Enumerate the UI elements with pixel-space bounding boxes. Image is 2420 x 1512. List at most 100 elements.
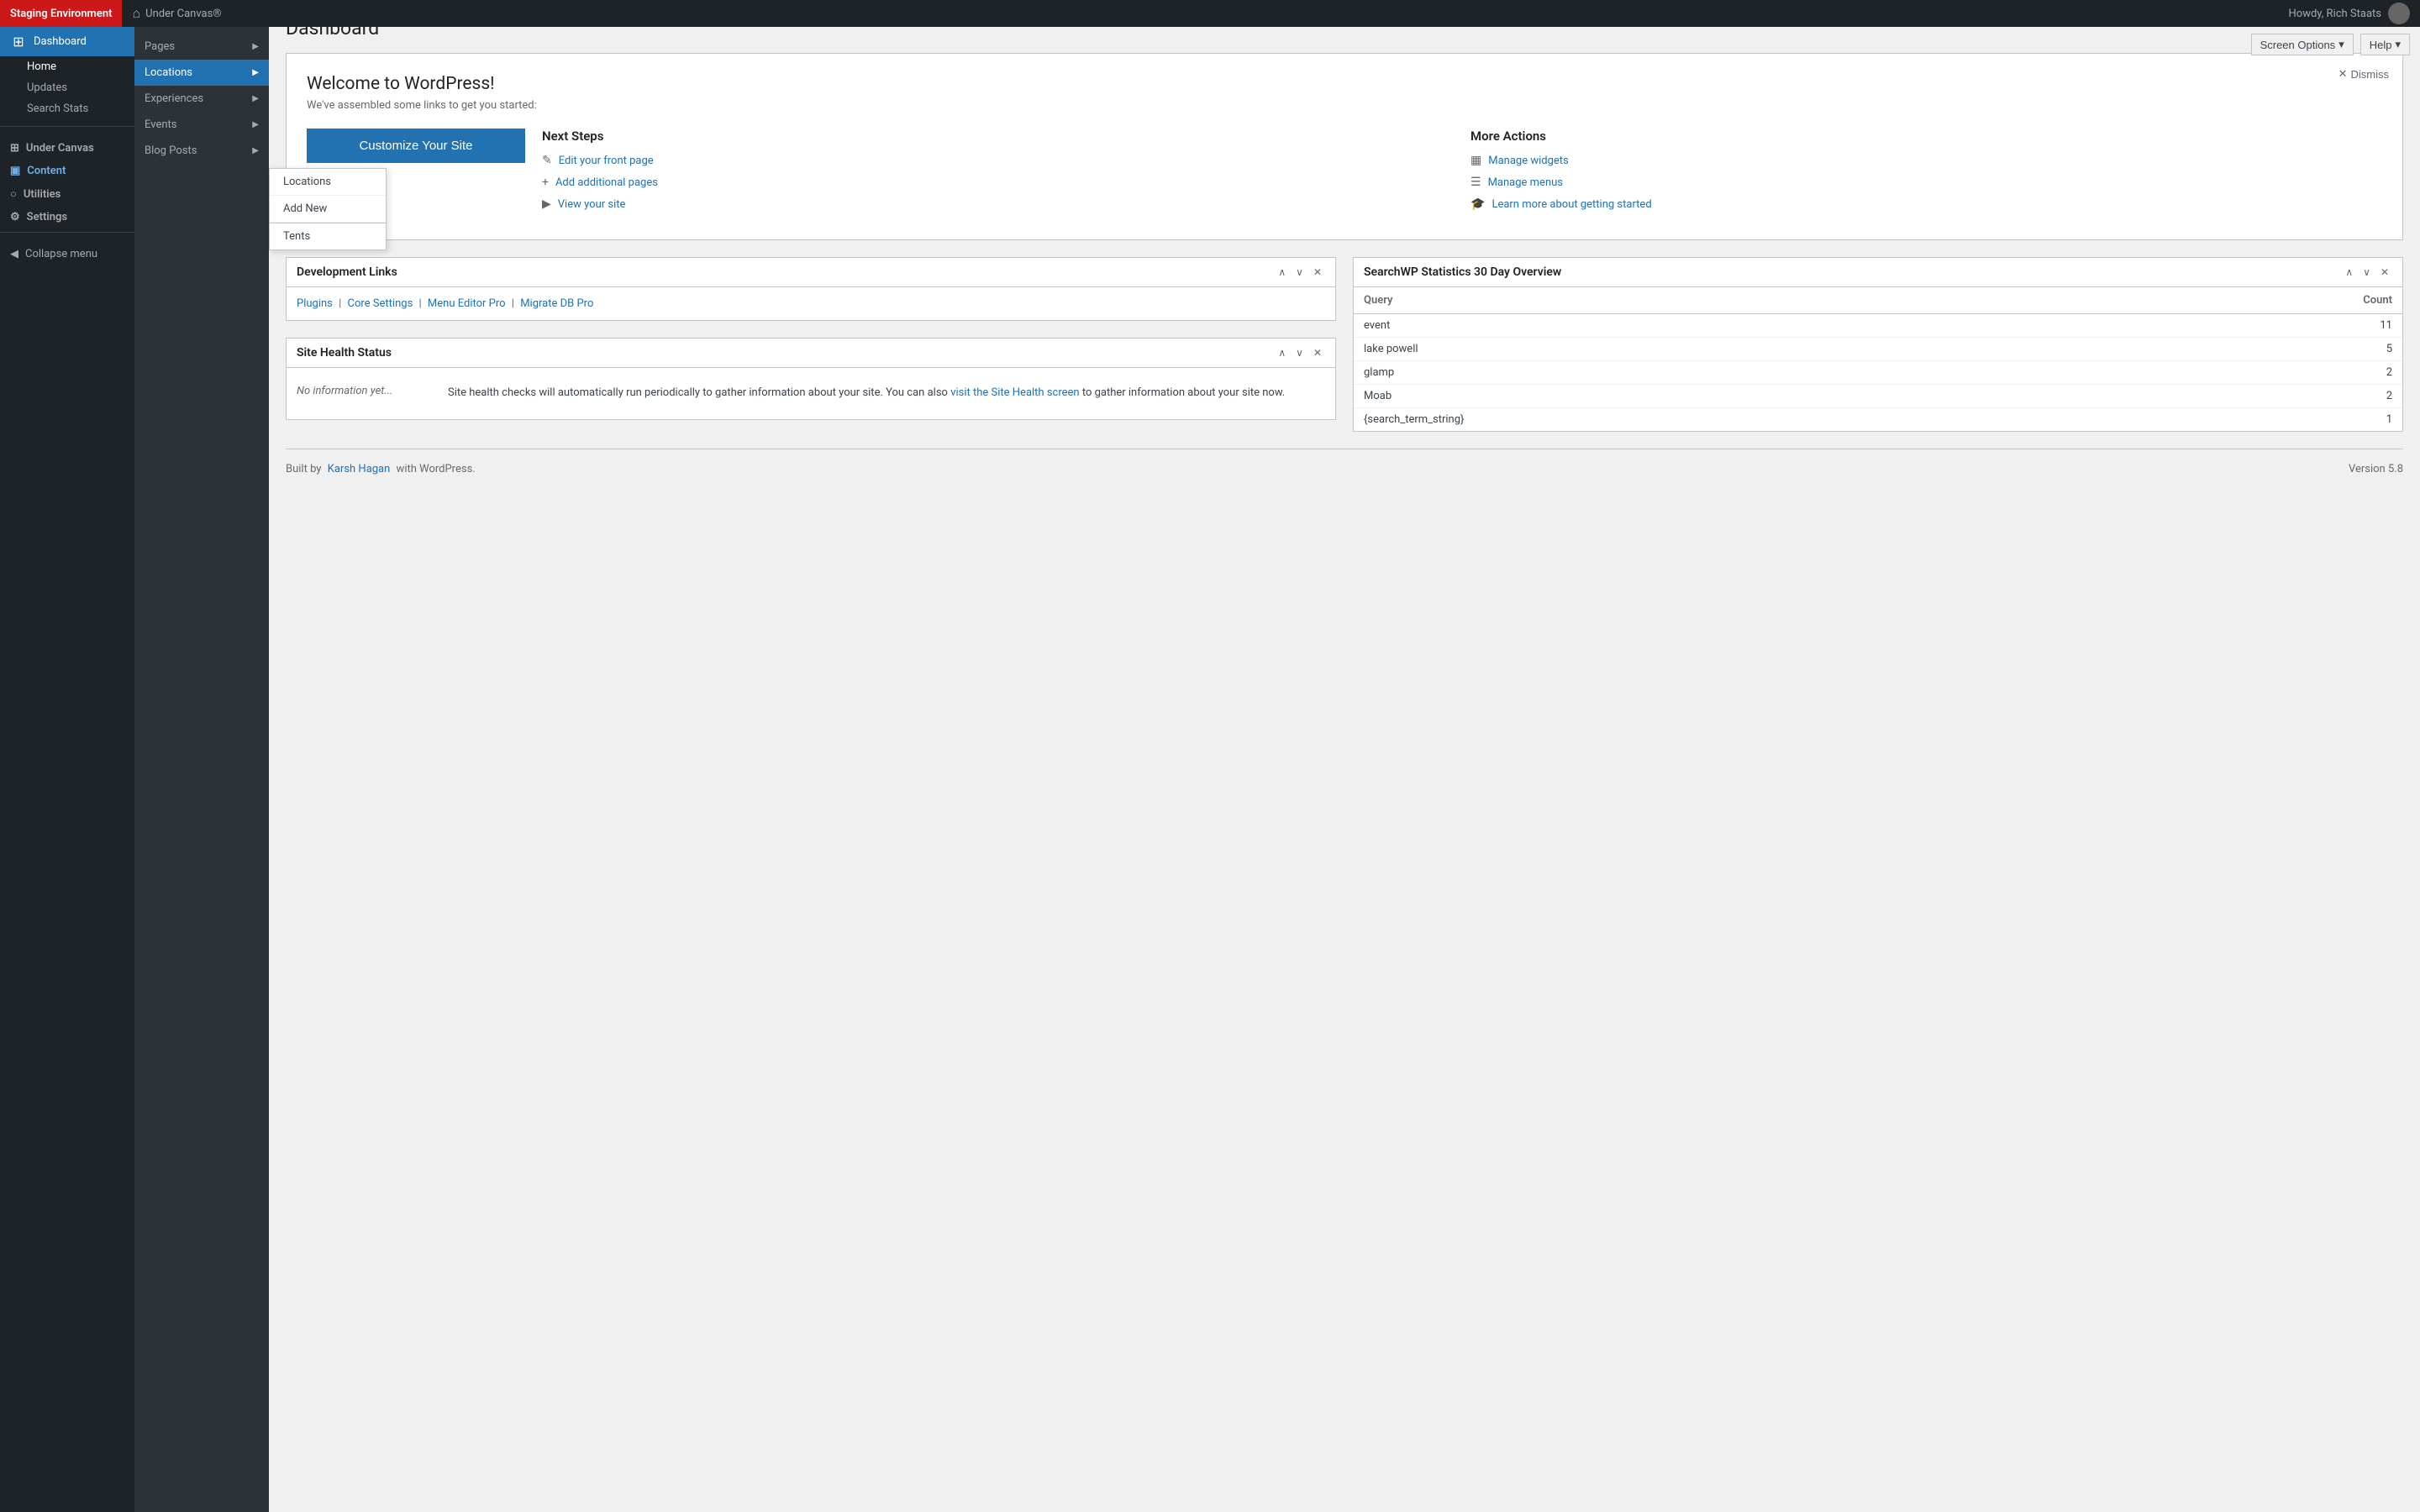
dashboard-icon: ⊞ [10, 34, 27, 50]
plugins-link[interactable]: Plugins [297, 297, 333, 310]
site-health-header: Site Health Status ∧ ∨ ✕ [287, 339, 1335, 368]
searchwp-body: Query Count event11lake powell5glamp2Moa… [1354, 287, 2402, 431]
main-content: Dashboard ✕ Dismiss Welcome to WordPress… [269, 0, 2420, 1485]
list-item: ▶ View your site [542, 197, 1454, 211]
customize-button[interactable]: Customize Your Site [307, 129, 525, 163]
flyout-tents[interactable]: Tents [270, 223, 386, 249]
screen-options-button[interactable]: Screen Options ▾ [2251, 34, 2354, 55]
dismiss-icon: ✕ [2338, 67, 2348, 81]
searchwp-header: SearchWP Statistics 30 Day Overview ∧ ∨ … [1354, 258, 2402, 287]
sidebar-item-updates[interactable]: Updates [0, 77, 134, 98]
welcome-title: Welcome to WordPress! [307, 74, 2382, 94]
submenu-experiences[interactable]: Experiences ▶ [134, 86, 269, 112]
sidebar-item-home[interactable]: Home [0, 56, 134, 77]
sidebar-item-dashboard[interactable]: ⊞ Dashboard [0, 27, 134, 56]
manage-menus-link[interactable]: Manage menus [1488, 176, 1563, 189]
chevron-down-icon-help: ▾ [2395, 38, 2401, 51]
sidebar-item-utilities[interactable]: ○ Utilities [0, 179, 134, 202]
admin-bar-site[interactable]: ⌂ Under Canvas® [122, 5, 231, 22]
dashboard-label: Dashboard [34, 35, 87, 48]
submenu-pages[interactable]: Pages ▶ [134, 34, 269, 60]
menu-editor-link[interactable]: Menu Editor Pro [428, 297, 506, 310]
collapse-label: Collapse menu [25, 248, 97, 260]
widget-controls-health: ∧ ∨ ✕ [1275, 345, 1325, 360]
core-settings-link[interactable]: Core Settings [348, 297, 413, 310]
view-site-link[interactable]: View your site [558, 198, 626, 211]
table-row: glamp2 [1354, 361, 2402, 385]
query-cell: glamp [1354, 361, 2097, 385]
widget-up-button[interactable]: ∧ [1275, 265, 1289, 280]
customize-col: Customize Your Site [307, 129, 525, 163]
dismiss-button[interactable]: ✕ Dismiss [2338, 67, 2389, 81]
list-item: ✎ Edit your front page [542, 154, 1454, 167]
site-health-link[interactable]: visit the Site Health screen [950, 386, 1079, 399]
col-count: Count [2097, 287, 2402, 314]
widgets-row: Development Links ∧ ∨ ✕ Plugins | Core S… [286, 257, 2403, 432]
health-up-button[interactable]: ∧ [1275, 345, 1289, 360]
content-icon: ▣ [10, 165, 20, 177]
welcome-subtitle: We've assembled some links to get you st… [307, 99, 2382, 112]
stats-down-button[interactable]: ∨ [2360, 265, 2374, 280]
content-submenu: Pages ▶ Locations ▶ Experiences ▶ Events… [134, 27, 269, 1512]
staging-badge: Staging Environment [0, 0, 122, 27]
welcome-box: ✕ Dismiss Welcome to WordPress! We've as… [286, 53, 2403, 240]
sidebar-item-settings[interactable]: ⚙ Settings [0, 202, 134, 225]
sidebar-item-content[interactable]: ▣ Content [0, 156, 134, 179]
query-cell: lake powell [1354, 338, 2097, 361]
author-link[interactable]: Karsh Hagan [328, 463, 391, 475]
welcome-grid: Customize Your Site Next Steps ✎ Edit yo… [307, 129, 2382, 219]
health-close-button[interactable]: ✕ [1310, 345, 1325, 360]
dismiss-label: Dismiss [2351, 68, 2390, 81]
submenu-locations[interactable]: Locations ▶ [134, 60, 269, 86]
table-row: {search_term_string}1 [1354, 408, 2402, 432]
blog-posts-arrow-icon: ▶ [252, 146, 259, 155]
col-query: Query [1354, 287, 2097, 314]
view-icon: ▶ [542, 197, 551, 211]
dev-links-widget: Development Links ∧ ∨ ✕ Plugins | Core S… [286, 257, 1336, 321]
site-health-title: Site Health Status [297, 346, 392, 360]
flyout-locations[interactable]: Locations [270, 169, 386, 196]
next-steps-title: Next Steps [542, 129, 1454, 144]
learn-icon: 🎓 [1470, 197, 1485, 211]
health-down-button[interactable]: ∨ [1292, 345, 1307, 360]
built-by-text: Built by [286, 463, 321, 475]
edit-front-page-link[interactable]: Edit your front page [559, 155, 654, 167]
count-cell: 11 [2097, 314, 2402, 338]
screen-options-label: Screen Options [2260, 39, 2336, 51]
separator-2 [0, 232, 134, 233]
sidebar-item-under-canvas[interactable]: ⊞ Under Canvas [0, 134, 134, 156]
help-button[interactable]: Help ▾ [2360, 34, 2410, 55]
stats-close-button[interactable]: ✕ [2377, 265, 2392, 280]
home-icon: ⌂ [132, 5, 140, 22]
add-pages-link[interactable]: Add additional pages [555, 176, 658, 189]
footer: Built by Karsh Hagan with WordPress. Ver… [286, 449, 2403, 489]
sidebar: ⊞ Dashboard Home Updates Search Stats ⊞ … [0, 27, 134, 1512]
pages-arrow-icon: ▶ [252, 42, 259, 51]
admin-bar-howdy: Howdy, Rich Staats [2279, 3, 2420, 24]
query-cell: Moab [1354, 385, 2097, 408]
collapse-icon: ◀ [10, 248, 18, 260]
manage-widgets-link[interactable]: Manage widgets [1488, 155, 1569, 167]
table-row: lake powell5 [1354, 338, 2402, 361]
collapse-menu-button[interactable]: ◀ Collapse menu [0, 239, 134, 269]
next-steps-list: ✎ Edit your front page + Add additional … [542, 154, 1454, 211]
top-bar-buttons: Screen Options ▾ Help ▾ [2241, 27, 2420, 62]
pages-label: Pages [145, 40, 175, 53]
submenu-events[interactable]: Events ▶ [134, 112, 269, 138]
learn-more-link[interactable]: Learn more about getting started [1491, 198, 1651, 211]
stats-up-button[interactable]: ∧ [2342, 265, 2356, 280]
site-health-description: Site health checks will automatically ru… [448, 385, 1285, 402]
widget-down-button[interactable]: ∨ [1292, 265, 1307, 280]
separator: | [339, 297, 344, 310]
sidebar-item-search-stats[interactable]: Search Stats [0, 98, 134, 119]
dev-links-header: Development Links ∧ ∨ ✕ [287, 258, 1335, 287]
site-health-widget: Site Health Status ∧ ∨ ✕ No information … [286, 338, 1336, 420]
under-canvas-label: Under Canvas [26, 142, 94, 155]
migrate-db-link[interactable]: Migrate DB Pro [520, 297, 593, 310]
events-label: Events [145, 118, 176, 131]
flyout-add-new[interactable]: Add New [270, 196, 386, 223]
submenu-blog-posts[interactable]: Blog Posts ▶ [134, 138, 269, 164]
footer-version: Version 5.8 [2349, 463, 2403, 475]
next-steps-col: Next Steps ✎ Edit your front page + Add … [542, 129, 1454, 219]
widget-close-button[interactable]: ✕ [1310, 265, 1325, 280]
